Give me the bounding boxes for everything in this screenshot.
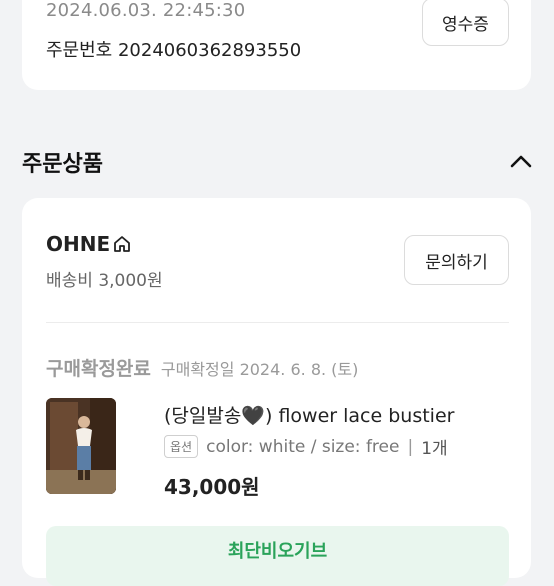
shipping-fee: 배송비 3,000원 (46, 271, 163, 291)
order-number: 주문번호 2024060362893550 (46, 40, 302, 61)
product-photo (46, 398, 116, 494)
inquiry-button[interactable]: 문의하기 (404, 235, 509, 285)
order-status: 구매확정완료 (46, 358, 151, 380)
shop-name[interactable]: OHNE (46, 232, 132, 256)
order-datetime: 2024.06.03. 22:45:30 (46, 0, 246, 21)
quantity: 1개 (421, 439, 448, 459)
section-title: 주문상품 (22, 152, 103, 177)
home-icon (114, 236, 131, 252)
confirm-date: 구매확정일 2024. 6. 8. (토) (160, 360, 359, 379)
option-text: color: white / size: free (206, 436, 400, 457)
order-info-card: 2024.06.03. 22:45:30 주문번호 20240603628935… (22, 0, 531, 90)
product-price: 43,000원 (164, 475, 260, 499)
shop-name-label: OHNE (46, 232, 111, 256)
product-thumbnail[interactable] (46, 398, 116, 494)
order-product-card: OHNE 배송비 3,000원 문의하기 구매확정완료 구매확정일 2024. … (22, 198, 531, 586)
divider (46, 322, 509, 323)
option-tag: 옵션 (164, 435, 199, 458)
action-button[interactable]: 최단비오기브 (46, 526, 509, 586)
receipt-button[interactable]: 영수증 (422, 0, 509, 46)
chevron-up-icon[interactable] (510, 154, 532, 168)
status-row: 구매확정완료 구매확정일 2024. 6. 8. (토) (46, 354, 358, 381)
separator: | (407, 436, 414, 457)
product-title[interactable]: (당일발송🖤) flower lace bustier (164, 401, 454, 428)
product-option: 옵션 color: white / size: free | 1개 (164, 434, 448, 459)
